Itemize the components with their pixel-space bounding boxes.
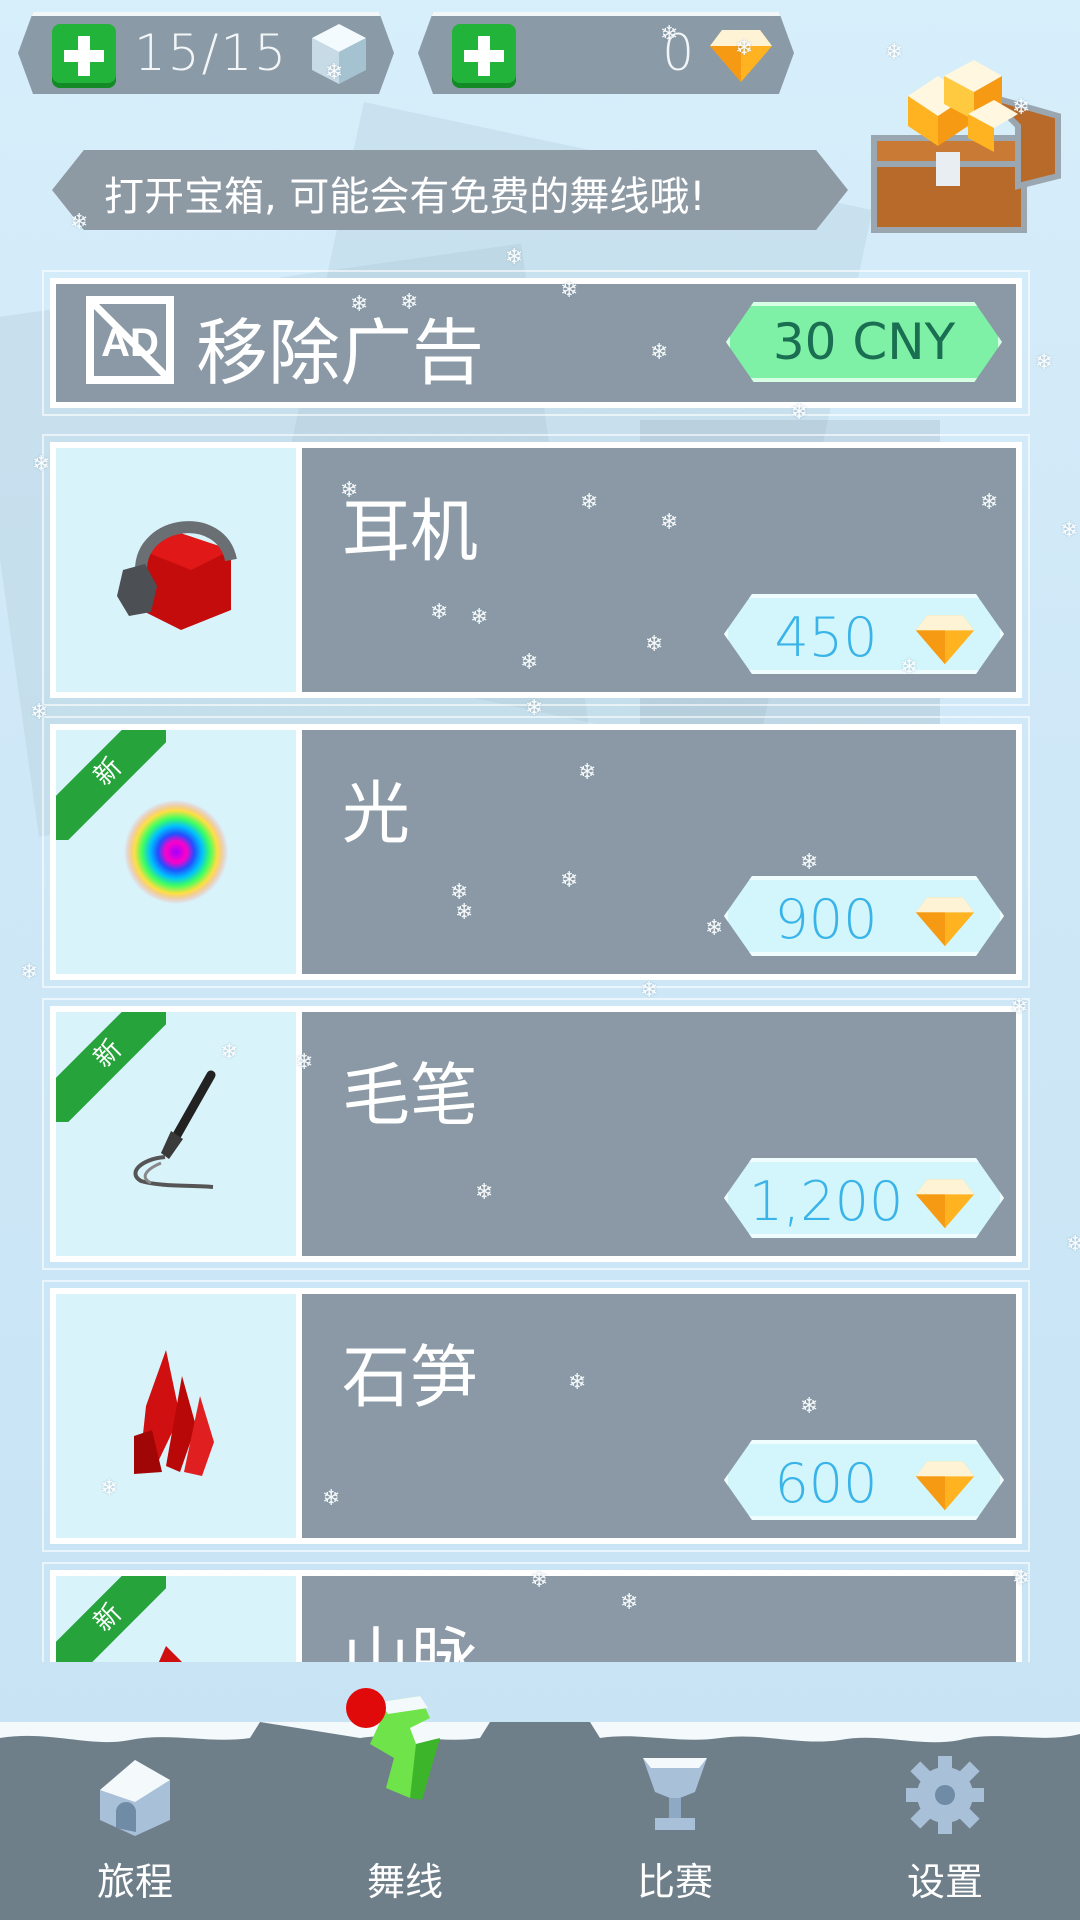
energy-value: 15/15 <box>134 24 289 82</box>
item-card-brush[interactable]: 新 毛笔 1,200 <box>42 998 1030 1270</box>
tip-banner: 打开宝箱, 可能会有免费的舞线哦! <box>52 150 848 230</box>
snowflake-icon: ❄ <box>530 1568 549 1593</box>
add-gems-button[interactable] <box>452 24 516 88</box>
item-name: 山脉 <box>342 1621 479 1662</box>
item-thumbnail: 新 <box>56 1012 302 1256</box>
trophy-icon <box>643 1758 707 1830</box>
snowflake-icon: ❄ <box>325 60 344 85</box>
gem-icon <box>915 615 975 665</box>
snowflake-icon: ❄ <box>1060 518 1079 543</box>
item-price-button[interactable]: 450 <box>724 594 1004 674</box>
treasure-chest-icon[interactable] <box>868 56 1064 236</box>
house-icon <box>100 1760 170 1836</box>
snowflake-icon: ❄ <box>340 478 359 503</box>
nav-label: 设置 <box>906 1860 983 1904</box>
bottom-nav: 旅程 舞线 比赛 设置 <box>0 1722 1080 1920</box>
item-price-button[interactable]: 1,200 <box>724 1158 1004 1238</box>
item-name: 毛笔 <box>342 1057 479 1136</box>
snowflake-icon: ❄ <box>705 916 724 941</box>
notification-dot <box>346 1688 386 1728</box>
new-badge: 新 <box>56 1576 166 1662</box>
snowflake-icon: ❄ <box>568 1370 587 1395</box>
snowflake-icon: ❄ <box>578 760 597 785</box>
gear-icon <box>906 1756 984 1834</box>
new-badge: 新 <box>56 730 166 840</box>
snowflake-icon: ❄ <box>505 245 524 270</box>
snowflake-icon: ❄ <box>660 22 679 47</box>
snowflake-icon: ❄ <box>645 632 664 657</box>
item-price: 1,200 <box>748 1170 904 1233</box>
nav-label: 舞线 <box>366 1860 443 1904</box>
snowflake-icon: ❄ <box>900 655 919 680</box>
item-price: 450 <box>774 606 878 669</box>
snowflake-icon: ❄ <box>32 452 51 477</box>
snowflake-icon: ❄ <box>400 290 419 315</box>
tip-text: 打开宝箱, 可能会有免费的舞线哦! <box>104 174 706 220</box>
snowflake-icon: ❄ <box>650 340 669 365</box>
item-thumbnail <box>56 448 302 692</box>
nav-label: 旅程 <box>96 1860 173 1904</box>
item-card-stalagmite[interactable]: 石笋 600 <box>42 1280 1030 1552</box>
remove-ads-price-button[interactable]: 30 CNY <box>726 302 1002 382</box>
snowflake-icon: ❄ <box>220 1040 239 1065</box>
item-price: 600 <box>774 1452 878 1515</box>
snowflake-icon: ❄ <box>660 510 679 535</box>
no-ads-icon: AD <box>86 296 174 384</box>
snowflake-icon: ❄ <box>520 650 539 675</box>
snowflake-icon: ❄ <box>560 868 579 893</box>
red-crystal-icon <box>134 1350 214 1476</box>
snowflake-icon: ❄ <box>475 1180 494 1205</box>
snowflake-icon: ❄ <box>430 600 449 625</box>
snowflake-icon: ❄ <box>100 1476 119 1501</box>
snowflake-icon: ❄ <box>580 490 599 515</box>
nav-journey[interactable]: 旅程 <box>0 1722 270 1920</box>
gem-icon <box>915 897 975 947</box>
snowflake-icon: ❄ <box>790 400 809 425</box>
snowflake-icon: ❄ <box>1035 350 1054 375</box>
snowflake-icon: ❄ <box>800 850 819 875</box>
nav-settings[interactable]: 设置 <box>810 1722 1080 1920</box>
snowflake-icon: ❄ <box>455 900 474 925</box>
snowflake-icon: ❄ <box>322 1486 341 1511</box>
item-thumbnail: 新 <box>56 1576 302 1662</box>
item-thumbnail <box>56 1294 302 1538</box>
item-name: 耳机 <box>342 493 479 572</box>
snowflake-icon: ❄ <box>1012 95 1031 120</box>
new-badge: 新 <box>56 1012 166 1122</box>
snowflake-icon: ❄ <box>30 700 49 725</box>
snowflake-icon: ❄ <box>885 40 904 65</box>
snowflake-icon: ❄ <box>350 292 369 317</box>
snowflake-icon: ❄ <box>980 490 999 515</box>
remove-ads-title: 移除广告 <box>196 311 485 395</box>
snowflake-icon: ❄ <box>295 1050 314 1075</box>
nav-label: 比赛 <box>636 1860 713 1904</box>
snowflake-icon: ❄ <box>800 1394 819 1419</box>
item-price-button[interactable]: 600 <box>724 1440 1004 1520</box>
item-price: 900 <box>774 888 878 951</box>
snowflake-icon: ❄ <box>620 1590 639 1615</box>
snowflake-icon: ❄ <box>1066 1232 1080 1257</box>
snowflake-icon: ❄ <box>560 278 579 303</box>
headphones-cube-icon <box>117 521 237 630</box>
snowflake-icon: ❄ <box>470 605 489 630</box>
snowflake-icon: ❄ <box>20 960 39 985</box>
snowflake-icon: ❄ <box>525 696 544 721</box>
snowflake-icon: ❄ <box>70 210 89 235</box>
nav-race[interactable]: 比赛 <box>540 1722 810 1920</box>
snowflake-icon: ❄ <box>640 978 659 1003</box>
item-card-light[interactable]: 新 光 900 <box>42 716 1030 988</box>
snowflake-icon: ❄ <box>1012 1566 1031 1591</box>
snowflake-icon: ❄ <box>735 36 754 61</box>
remove-ads-bar[interactable]: AD 移除广告 30 CNY <box>42 270 1030 416</box>
add-energy-button[interactable] <box>52 24 116 88</box>
item-price-button[interactable]: 900 <box>724 876 1004 956</box>
item-name: 石笋 <box>342 1339 479 1418</box>
snowflake-icon: ❄ <box>1010 995 1029 1020</box>
item-thumbnail: 新 <box>56 730 302 974</box>
gem-icon <box>915 1461 975 1511</box>
gem-icon <box>915 1179 975 1229</box>
item-name: 光 <box>342 775 411 854</box>
